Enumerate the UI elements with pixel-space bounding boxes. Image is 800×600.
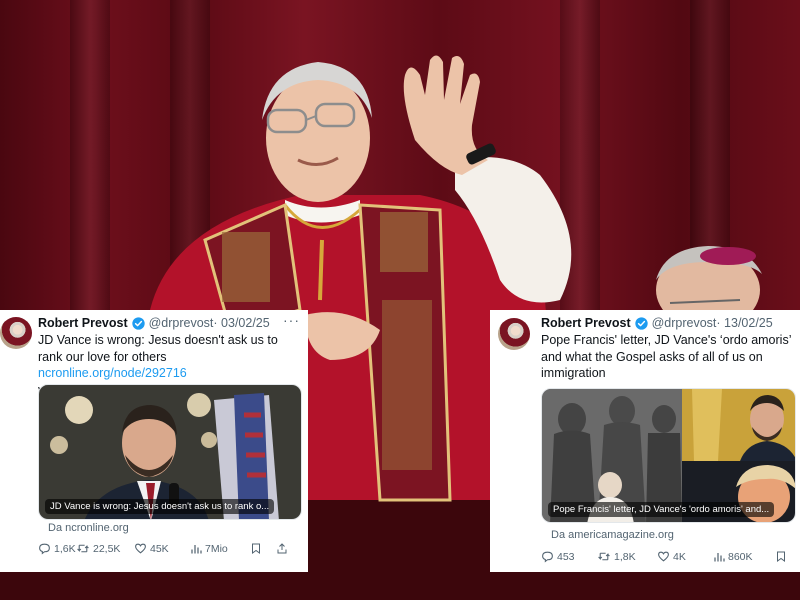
- retweet-button[interactable]: 22,5K: [76, 542, 134, 555]
- more-dots-icon[interactable]: ···: [283, 312, 300, 328]
- reply-count: 453: [557, 550, 575, 563]
- like-button[interactable]: 4K: [657, 550, 713, 563]
- bookmark-button[interactable]: [775, 550, 793, 563]
- views-chart-icon: [714, 552, 725, 561]
- verified-badge-icon: [634, 316, 648, 330]
- retweet-icon: [598, 552, 610, 561]
- author-handle[interactable]: @drprevost: [149, 316, 214, 330]
- tweet-date[interactable]: · 03/02/25: [213, 316, 269, 330]
- author-handle[interactable]: @drprevost: [652, 316, 717, 330]
- reply-button[interactable]: 453: [541, 550, 597, 563]
- view-count: 860K: [728, 550, 753, 563]
- avatar[interactable]: [0, 317, 32, 349]
- views-button[interactable]: 860K: [713, 551, 775, 563]
- link-card-image[interactable]: JD Vance is wrong: Jesus doesn't ask us …: [38, 384, 302, 520]
- share-icon: [277, 543, 287, 554]
- tweet-header: Robert Prevost @drprevost · 13/02/25: [541, 316, 773, 330]
- link-source[interactable]: Da americamagazine.org: [551, 529, 674, 541]
- heart-icon: [135, 543, 146, 554]
- avatar[interactable]: [498, 318, 530, 350]
- reply-button[interactable]: 1,6K: [38, 542, 76, 555]
- views-button[interactable]: 7Mio: [190, 543, 250, 555]
- like-count: 4K: [673, 550, 686, 563]
- tweet-text-body: JD Vance is wrong: Jesus doesn't ask us …: [38, 333, 278, 364]
- views-chart-icon: [191, 544, 202, 553]
- retweet-button[interactable]: 1,8K: [597, 550, 657, 563]
- tweet-card-2[interactable]: Robert Prevost @drprevost · 13/02/25 Pop…: [490, 310, 800, 572]
- tweet-link[interactable]: ncronline.org/node/292716: [38, 366, 187, 380]
- bookmark-button[interactable]: [250, 542, 276, 555]
- reply-icon: [39, 543, 50, 555]
- tweet-text: Pope Francis' letter, JD Vance's ‘ordo a…: [541, 333, 792, 380]
- reply-count: 1,6K: [54, 542, 76, 555]
- like-button[interactable]: 45K: [134, 542, 190, 555]
- tweet-card-1[interactable]: Robert Prevost @drprevost · 03/02/25 ···…: [0, 310, 308, 572]
- retweet-count: 22,5K: [93, 542, 121, 555]
- link-card-image[interactable]: Pope Francis' letter, JD Vance's 'ordo a…: [541, 388, 796, 523]
- retweet-icon: [77, 544, 89, 553]
- author-name[interactable]: Robert Prevost: [38, 316, 128, 330]
- like-count: 45K: [150, 542, 169, 555]
- retweet-count: 1,8K: [614, 550, 636, 563]
- tweet-actions: 453 1,8K 4K 860K: [541, 550, 797, 563]
- tweet-date[interactable]: · 13/02/25: [716, 316, 772, 330]
- view-count: 7Mio: [205, 542, 228, 555]
- link-card-caption: Pope Francis' letter, JD Vance's 'ordo a…: [548, 502, 775, 517]
- tweet-header: Robert Prevost @drprevost · 03/02/25: [38, 316, 270, 330]
- verified-badge-icon: [131, 316, 145, 330]
- tweet-actions: 1,6K 22,5K 45K 7Mio: [38, 542, 304, 555]
- bookmark-icon: [777, 551, 785, 562]
- reply-icon: [542, 551, 553, 563]
- link-card-caption: JD Vance is wrong: Jesus doesn't ask us …: [45, 499, 275, 514]
- author-name[interactable]: Robert Prevost: [541, 316, 631, 330]
- bookmark-icon: [252, 543, 260, 554]
- heart-icon: [658, 551, 669, 562]
- share-button[interactable]: [276, 542, 288, 555]
- link-source[interactable]: Da ncronline.org: [48, 522, 129, 534]
